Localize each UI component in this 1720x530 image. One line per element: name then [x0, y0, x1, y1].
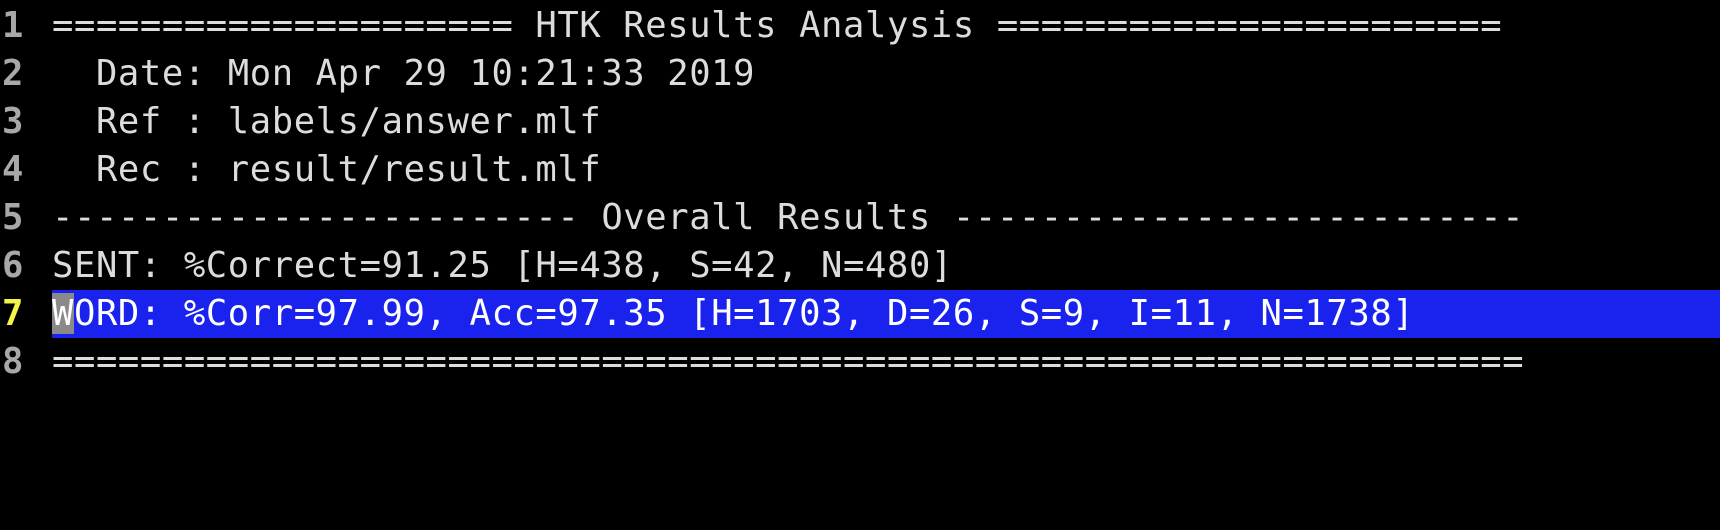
line-text[interactable]: ------------------------ Overall Results…: [52, 194, 1524, 242]
line-text-rest: ORD: %Corr=97.99, Acc=97.35 [H=1703, D=2…: [73, 293, 1415, 334]
line-number: 4: [2, 149, 24, 190]
editor-line-3[interactable]: 3 Ref : labels/answer.mlf: [0, 98, 1720, 146]
line-text[interactable]: Date: Mon Apr 29 10:21:33 2019: [52, 50, 755, 98]
line-text[interactable]: WORD: %Corr=97.99, Acc=97.35 [H=1703, D=…: [52, 290, 1414, 338]
current-line-number: 7: [2, 293, 24, 334]
terminal-editor[interactable]: 1 ===================== HTK Results Anal…: [0, 2, 1720, 386]
line-number: 8: [2, 341, 24, 382]
line-number: 2: [2, 53, 24, 94]
editor-line-1[interactable]: 1 ===================== HTK Results Anal…: [0, 2, 1720, 50]
editor-line-4[interactable]: 4 Rec : result/result.mlf: [0, 146, 1720, 194]
line-number: 5: [2, 197, 24, 238]
text-cursor[interactable]: W: [52, 293, 74, 334]
editor-line-5[interactable]: 5 ------------------------ Overall Resul…: [0, 194, 1720, 242]
editor-line-6[interactable]: 6 SENT: %Correct=91.25 [H=438, S=42, N=4…: [0, 242, 1720, 290]
line-text[interactable]: ===================== HTK Results Analys…: [52, 2, 1502, 50]
line-number: 6: [2, 245, 24, 286]
line-text[interactable]: SENT: %Correct=91.25 [H=438, S=42, N=480…: [52, 242, 953, 290]
line-text[interactable]: ========================================…: [52, 338, 1524, 386]
line-text[interactable]: Ref : labels/answer.mlf: [52, 98, 601, 146]
line-number: 1: [2, 5, 24, 46]
editor-line-7-current[interactable]: 7 WORD: %Corr=97.99, Acc=97.35 [H=1703, …: [0, 290, 1720, 338]
editor-line-2[interactable]: 2 Date: Mon Apr 29 10:21:33 2019: [0, 50, 1720, 98]
line-number: 3: [2, 101, 24, 142]
editor-line-8[interactable]: 8 ======================================…: [0, 338, 1720, 386]
line-text[interactable]: Rec : result/result.mlf: [52, 146, 601, 194]
